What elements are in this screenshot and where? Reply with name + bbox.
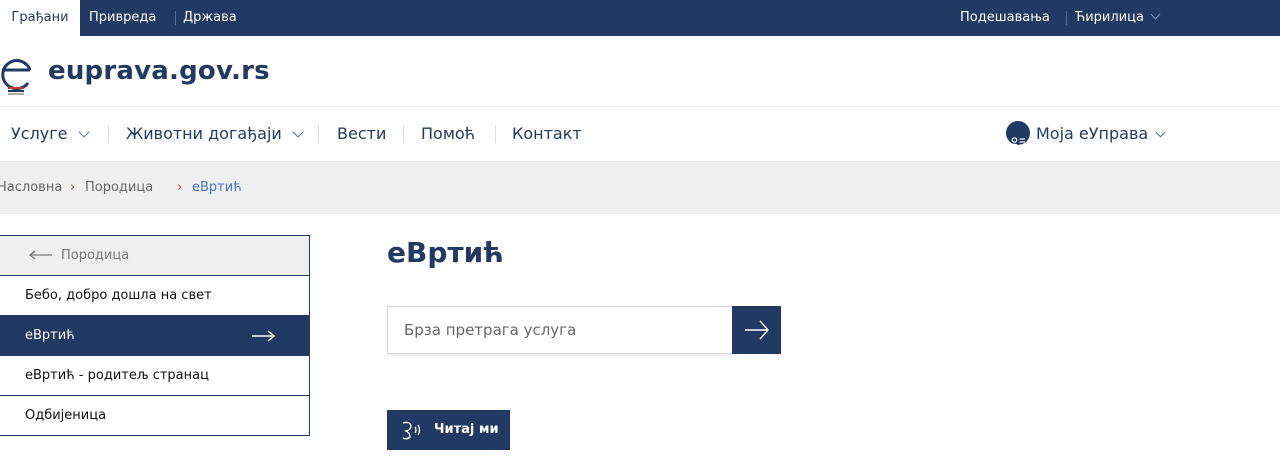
breadcrumb: Насловна › Породица › еВртић	[0, 162, 1280, 214]
sidebar-item[interactable]: Одбијеница	[0, 396, 309, 435]
arrow-right-icon	[745, 320, 769, 340]
breadcrumb-current: еВртић	[192, 180, 242, 195]
read-aloud-label: Читај ми	[434, 422, 499, 437]
breadcrumb-separator: ›	[177, 180, 183, 195]
service-search	[387, 306, 781, 354]
user-card-icon	[1006, 121, 1030, 147]
nav-services[interactable]: Услуге	[11, 106, 90, 161]
divider	[175, 11, 176, 25]
chevron-down-icon	[1155, 127, 1166, 138]
sidebar-menu: Породица Бебо, добро дошла на свет еВрти…	[0, 235, 310, 436]
tab-business[interactable]: Привреда	[89, 0, 156, 36]
search-input[interactable]	[387, 306, 732, 354]
divider	[495, 125, 496, 143]
read-aloud-button[interactable]: Читај ми	[387, 410, 510, 450]
nav-news[interactable]: Вести	[337, 106, 386, 161]
search-submit-button[interactable]	[732, 306, 781, 354]
arrow-left-icon	[29, 250, 52, 260]
breadcrumb-home[interactable]: Насловна	[0, 162, 62, 214]
sidebar-item-active[interactable]: еВртић	[0, 316, 309, 356]
nav-label: Животни догађаји	[126, 124, 282, 143]
breadcrumb-separator: ›	[70, 180, 76, 195]
divider	[108, 125, 109, 143]
breadcrumb-family[interactable]: Породица	[85, 162, 153, 214]
sidebar-item[interactable]: еВртић - родитељ странац	[0, 356, 309, 396]
site-logo-text[interactable]: euprava.gov.rs	[48, 56, 270, 86]
divider	[403, 125, 404, 143]
account-label: Моја еУправа	[1036, 124, 1149, 143]
language-label: Ћирилица	[1075, 10, 1144, 25]
divider	[318, 125, 319, 143]
sidebar-item-label: еВртић	[25, 328, 75, 343]
settings-link[interactable]: Подешавања	[960, 0, 1050, 36]
nav-life-events[interactable]: Животни догађаји	[126, 106, 304, 161]
nav-label: Услуге	[11, 124, 68, 143]
main-nav: Услуге Животни догађаји Вести Помоћ Конт…	[0, 106, 1280, 162]
tab-state[interactable]: Држава	[183, 0, 237, 36]
nav-help[interactable]: Помоћ	[421, 106, 475, 161]
sidebar-back-label: Породица	[61, 248, 130, 263]
speaker-icon	[402, 421, 421, 440]
sidebar-item[interactable]: Бебо, добро дошла на свет	[0, 276, 309, 316]
tab-citizens[interactable]: Грађани	[0, 0, 80, 36]
eu-logo-icon[interactable]	[0, 50, 34, 96]
language-select[interactable]: Ћирилица	[1075, 0, 1161, 36]
chevron-down-icon	[292, 126, 304, 138]
logo-row: euprava.gov.rs	[0, 36, 1280, 107]
chevron-down-icon	[1150, 9, 1161, 20]
arrow-right-icon	[252, 330, 275, 342]
chevron-down-icon	[77, 126, 90, 138]
nav-contact[interactable]: Контакт	[512, 106, 582, 161]
sidebar-back-link[interactable]: Породица	[0, 236, 309, 276]
divider	[1066, 11, 1067, 25]
top-bar: Грађани Привреда Држава Подешавања Ћирил…	[0, 0, 1280, 36]
page-title: еВртић	[387, 236, 504, 269]
